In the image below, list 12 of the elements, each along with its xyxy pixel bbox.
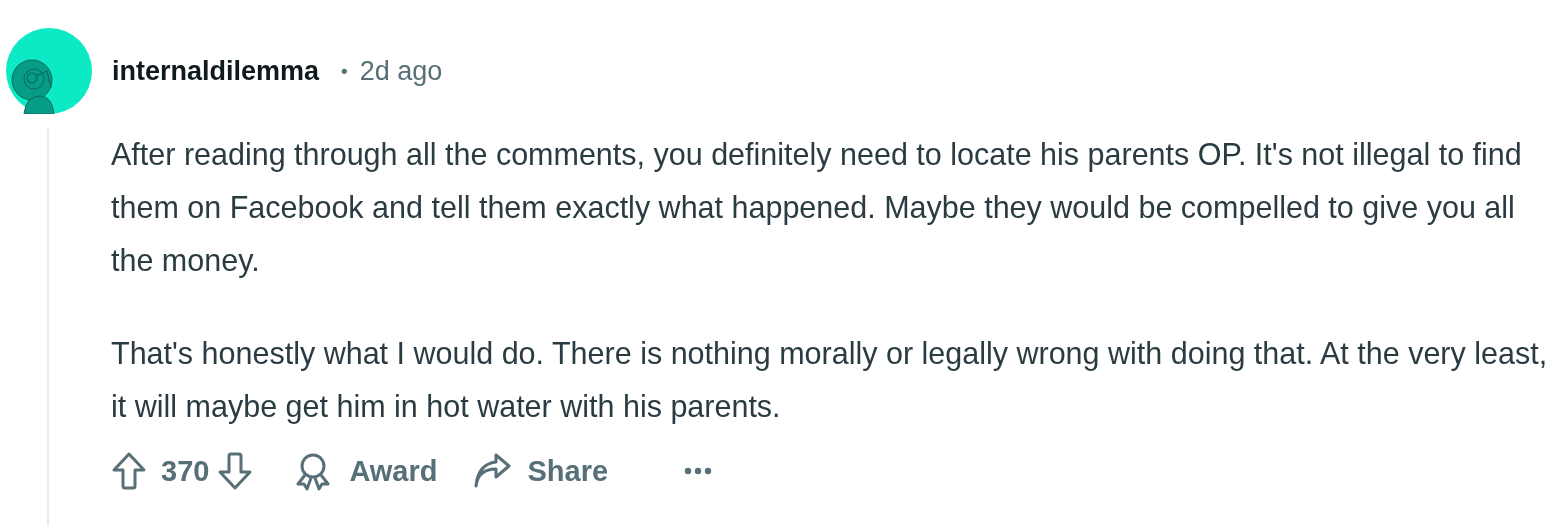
timestamp: 2d ago (359, 55, 443, 87)
username[interactable]: internaldilemma (112, 55, 320, 87)
upvote-icon[interactable] (111, 451, 147, 491)
comment-paragraph: That's honestly what I would do. There is nothing morally or legally wrong with doing that. At the very least, it will maybe get him in hot water with his parents. (111, 335, 1549, 426)
vote-count: 370 (161, 454, 210, 488)
comment-paragraph: After reading through all the comments, you definitely need to locate his parents OP. It's not illegal to find them on Facebook and tell them exactly what happened. Maybe they would be compelled to give you all the money. (111, 136, 1523, 280)
separator-dot: • (339, 60, 350, 82)
share-button[interactable]: Share (471, 451, 609, 491)
avatar-icon (6, 28, 92, 114)
more-icon[interactable] (684, 466, 713, 476)
award-button[interactable]: Award (293, 451, 438, 491)
downvote-icon[interactable] (217, 451, 254, 491)
